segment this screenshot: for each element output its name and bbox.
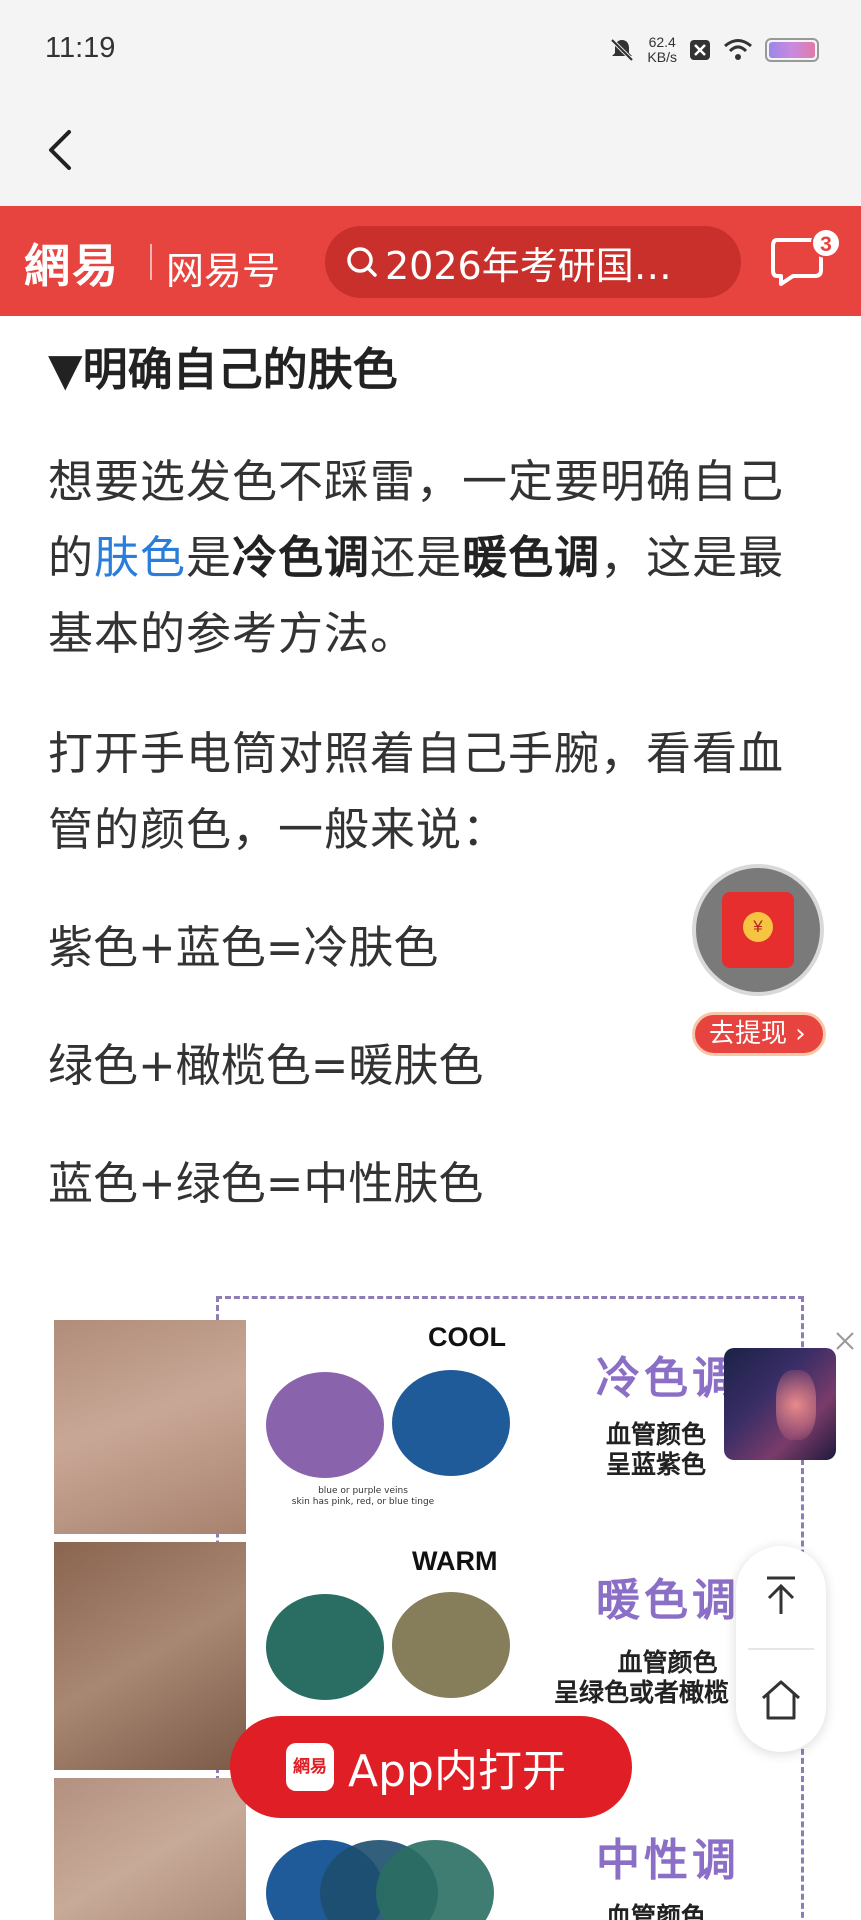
brand-bar: 網易 网易号 2026年考研国… 3 [0,206,861,316]
search-icon [347,247,377,277]
netease-logo[interactable]: 網易 [24,230,120,296]
section-heading: ▼明确自己的肤色 [48,343,398,396]
close-icon[interactable] [832,1328,858,1354]
back-to-top-icon [767,1576,795,1614]
paragraph-1: 想要选发色不踩雷，一定要明确自己的肤色是冷色调还是暖色调，这是最基本的参考方法。 [48,455,785,660]
neutral-tone-label: 中性调 [596,1835,740,1886]
top-nav [0,100,861,206]
status-bar: 11:19 62.4 KB/s [0,0,861,100]
brand-section-title[interactable]: 网易号 [166,240,280,295]
cool-tone-label: 冷色调 [596,1353,740,1404]
notification-x-icon [690,40,710,60]
teal-vein-swatch [266,1594,384,1700]
warm-tone-label: 暖色调 [596,1575,740,1626]
blue-vein-swatch [392,1370,510,1476]
chevron-left-icon [49,130,71,170]
cool-caption: blue or purple veins skin has pink, red,… [291,1486,435,1507]
side-tools [736,1546,826,1752]
withdraw-button[interactable]: 去提现 › [692,1012,826,1056]
home-icon [762,1680,800,1720]
message-count-badge: 3 [811,228,841,258]
netease-app-icon: 網易 [286,1743,334,1791]
wrist-photo-warm [54,1542,246,1770]
open-in-app-label: App内打开 [348,1746,566,1797]
wrist-photo-cool [54,1320,246,1534]
cool-title: COOL [428,1322,506,1352]
mute-icon [611,38,634,62]
paragraph-2: 打开手电筒对照着自己手腕，看看血管的颜色，一般来说： [48,727,785,856]
net-speed: 62.4 KB/s [647,34,677,65]
open-in-app-button[interactable]: 網易 App内打开 [230,1716,632,1818]
warm-tone-desc: 血管颜色 呈绿色或者橄榄 [554,1648,730,1707]
search-bar[interactable]: 2026年考研国… [325,226,741,298]
brand-divider [150,244,152,280]
message-button[interactable]: 3 [771,228,841,294]
olive-vein-swatch [392,1592,510,1698]
wrist-photo-neutral [54,1778,246,1920]
wifi-icon [724,39,752,60]
neutral-tone-desc: 血管颜色 [606,1902,707,1920]
skin-color-link[interactable]: 肤色 [94,531,186,584]
search-text: 2026年考研国… [385,243,672,288]
warm-title: WARM [412,1546,498,1576]
home-button[interactable] [736,1650,826,1750]
purple-vein-swatch [266,1372,384,1478]
status-icons: 62.4 KB/s [609,32,819,68]
article-body: ▼明确自己的肤色 想要选发色不踩雷，一定要明确自己的肤色是冷色调还是暖色调，这是… [48,316,828,1222]
floating-video-thumbnail[interactable] [724,1348,836,1460]
back-to-top-button[interactable] [736,1546,826,1646]
neutral-skin-rule: 蓝色+绿色=中性肤色 [48,1157,484,1210]
red-packet-button[interactable]: ¥ [692,864,824,996]
red-packet-icon: ¥ [722,892,794,968]
skin-tone-infographic[interactable]: COOL blue or purple veins skin has pink,… [50,1296,810,1920]
battery-icon [765,38,819,62]
back-button[interactable] [30,120,90,180]
status-time: 11:19 [45,32,116,64]
cool-tone-desc: 血管颜色 呈蓝紫色 [606,1420,707,1479]
